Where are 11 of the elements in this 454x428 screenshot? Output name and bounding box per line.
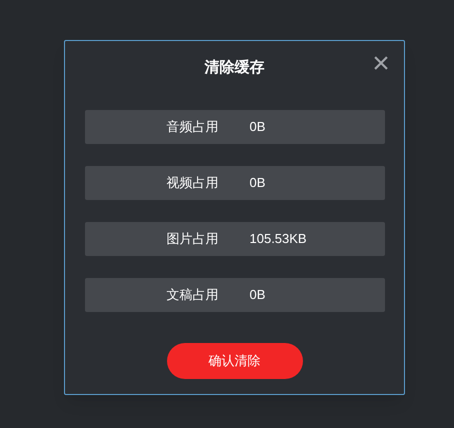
usage-value: 0B [250,286,266,304]
dialog-title: 清除缓存 [204,58,264,78]
usage-value: 0B [250,174,266,192]
usage-label: 图片占用 [166,230,218,248]
confirm-clear-button[interactable]: 确认清除 [166,343,302,379]
close-button[interactable]: × [368,51,394,77]
usage-label: 视频占用 [166,174,218,192]
usage-value: 105.53KB [250,230,307,248]
usage-label: 文稿占用 [166,286,218,304]
usage-value: 0B [250,118,266,136]
usage-label: 音频占用 [166,118,218,136]
